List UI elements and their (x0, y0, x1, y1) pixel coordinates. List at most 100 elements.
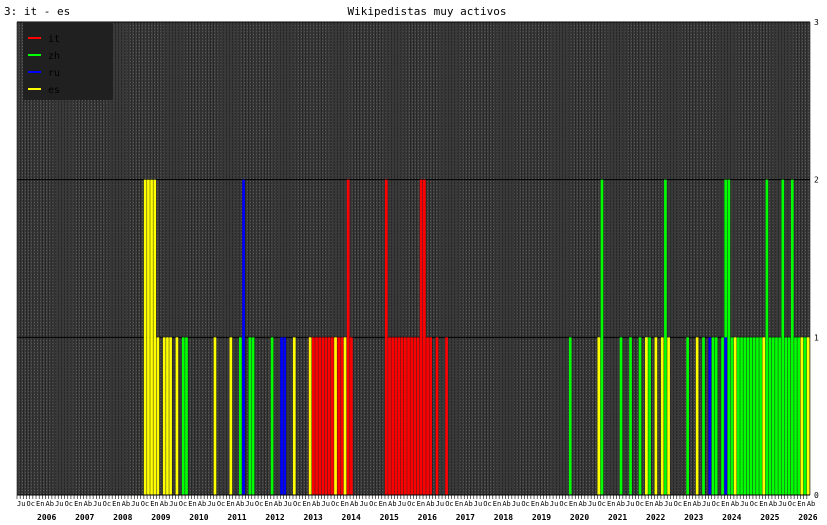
bar-it (331, 337, 334, 495)
bar-es (150, 179, 153, 495)
x-year-label: 2024 (722, 513, 741, 522)
chart-title: Wikipedistas muy activos (348, 5, 507, 18)
x-year-label: 2022 (646, 513, 665, 522)
x-year-label: 2009 (151, 513, 170, 522)
x-month-label: Oc (559, 500, 567, 508)
x-month-label: Oc (674, 500, 682, 508)
x-year-label: 2023 (684, 513, 703, 522)
x-month-label: Ab (84, 500, 92, 508)
bar-it (413, 337, 417, 495)
x-month-label: En (112, 500, 120, 508)
x-month-label: Ab (807, 500, 815, 508)
bar-it (410, 337, 413, 495)
bar-es (695, 337, 699, 495)
x-month-label: Ab (502, 500, 510, 508)
x-month-label: Oc (293, 500, 301, 508)
x-month-label: Ju (512, 500, 520, 508)
bar-zh (239, 337, 242, 495)
bar-it (419, 179, 423, 495)
bar-ru (708, 337, 712, 495)
bar-es (162, 337, 166, 495)
x-month-label: Ju (550, 500, 558, 508)
x-month-label: Ju (322, 500, 330, 508)
bar-it (384, 179, 388, 495)
bar-es (166, 337, 169, 495)
bar-ru (280, 337, 283, 495)
x-month-label: Ab (731, 500, 739, 508)
bar-it (435, 337, 439, 495)
x-year-label: 2021 (608, 513, 627, 522)
x-year-label: 2019 (532, 513, 551, 522)
x-month-label: Oc (407, 500, 415, 508)
bar-zh (794, 337, 797, 495)
x-month-label: Ju (131, 500, 139, 508)
x-month-label: Ju (702, 500, 710, 508)
bar-zh (686, 337, 689, 495)
bar-zh (638, 337, 642, 495)
bar-it (350, 337, 353, 495)
x-year-label: 2011 (227, 513, 246, 522)
bar-it (311, 337, 315, 495)
bar-zh (727, 179, 731, 495)
bar-zh (619, 337, 623, 495)
bar-it (397, 337, 401, 495)
chart-left-label: 3: it - es (4, 5, 70, 18)
x-month-label: Ab (46, 500, 54, 508)
bar-it (403, 337, 407, 495)
bar-es (292, 337, 296, 495)
bar-it (426, 337, 429, 495)
x-month-label: Ab (312, 500, 320, 508)
x-month-label: Ju (664, 500, 672, 508)
y-axis-ticks: 0 1 2 3 (814, 18, 819, 500)
bar-zh (270, 337, 274, 495)
bar-es (343, 337, 347, 495)
x-month-label: En (74, 500, 82, 508)
x-month-label: En (36, 500, 44, 508)
x-month-label: En (493, 500, 501, 508)
bar-es (156, 337, 160, 495)
bar-it (445, 337, 448, 495)
x-month-label: Ab (578, 500, 586, 508)
bar-it (400, 337, 404, 495)
x-month-label: Ju (778, 500, 786, 508)
bar-zh (629, 337, 632, 495)
bar-es (169, 337, 172, 495)
x-year-label: 2025 (760, 513, 779, 522)
x-month-label: En (150, 500, 158, 508)
bar-zh (568, 337, 572, 495)
x-month-label: Oc (331, 500, 339, 508)
x-month-label: En (455, 500, 463, 508)
bar-it (321, 337, 325, 495)
x-month-label: En (226, 500, 234, 508)
bar-zh (803, 337, 807, 495)
bar-es (645, 337, 648, 495)
bar-zh (648, 337, 651, 495)
bar-zh (768, 337, 772, 495)
x-month-label: En (759, 500, 767, 508)
x-year-label: 2010 (189, 513, 208, 522)
bar-es (762, 337, 766, 495)
y-tick-label: 1 (814, 333, 819, 342)
x-year-label: 2016 (418, 513, 437, 522)
legend-label-es: es (48, 85, 60, 96)
bar-zh (664, 179, 667, 495)
x-month-label: Ab (617, 500, 625, 508)
legend-label-zh: zh (48, 51, 60, 62)
bar-it (407, 337, 410, 495)
x-month-label: En (417, 500, 425, 508)
x-year-label: 2007 (75, 513, 94, 522)
bar-es (800, 337, 804, 495)
bar-es (143, 179, 147, 495)
x-month-label: Oc (27, 500, 35, 508)
x-year-label: 2018 (494, 513, 513, 522)
bar-es (147, 179, 150, 495)
x-year-label: 2020 (570, 513, 589, 522)
x-month-label: Ju (360, 500, 368, 508)
y-tick-label: 2 (814, 176, 819, 185)
y-tick-label: 3 (814, 18, 819, 27)
bar-it (327, 337, 331, 495)
x-month-label: Ju (740, 500, 748, 508)
x-month-label: En (607, 500, 615, 508)
bar-zh (181, 337, 185, 495)
x-month-label: Oc (597, 500, 605, 508)
